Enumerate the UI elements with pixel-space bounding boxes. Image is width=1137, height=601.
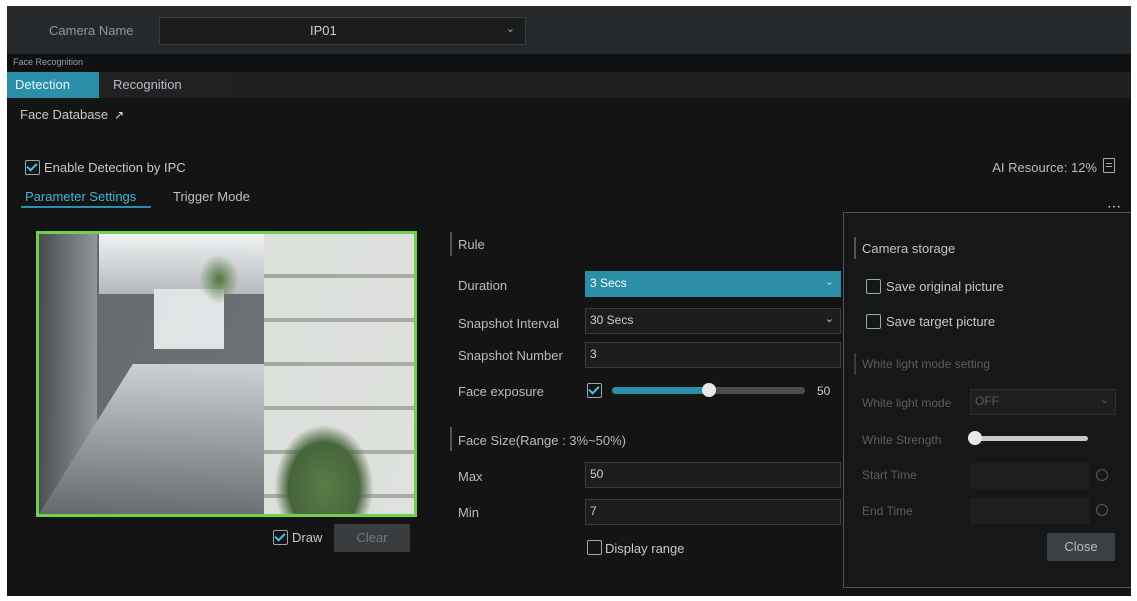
close-button[interactable]: Close: [1047, 533, 1115, 561]
duration-label: Duration: [458, 278, 508, 293]
face-database-link[interactable]: Face Database ↗: [20, 107, 124, 122]
chevron-down-icon: ⌄: [505, 23, 515, 35]
tab-recognition[interactable]: Recognition: [105, 72, 190, 98]
snapshot-number-label: Snapshot Number: [458, 348, 563, 363]
active-tab-underline: [21, 206, 151, 208]
face-recognition-window: Camera Name IP01 ⌄ Face Recognition Dete…: [7, 6, 1131, 596]
enable-detection-checkbox[interactable]: [25, 160, 40, 175]
display-range-checkbox[interactable]: [587, 540, 602, 555]
storage-section-bar: [854, 237, 856, 259]
face-exposure-checkbox[interactable]: [587, 383, 602, 398]
camera-name-label: Camera Name: [49, 23, 134, 38]
max-input[interactable]: 50: [585, 462, 841, 488]
face-size-section-bar: [450, 427, 452, 451]
snapshot-interval-value: 30 Secs: [590, 313, 634, 327]
end-time-label: End Time: [862, 504, 913, 518]
snapshot-number-input[interactable]: 3: [585, 342, 841, 368]
white-light-title: White light mode setting: [862, 357, 991, 371]
tab-trigger-mode[interactable]: Trigger Mode: [173, 189, 250, 204]
tab-detection[interactable]: Detection: [7, 72, 99, 98]
duration-select[interactable]: 3 Secs ⌄: [585, 271, 841, 297]
camera-preview[interactable]: [36, 231, 417, 517]
display-range-label: Display range: [605, 541, 685, 556]
section-title: Face Recognition: [13, 57, 84, 67]
chevron-down-icon: ⌄: [1099, 394, 1109, 406]
max-value: 50: [590, 467, 604, 481]
end-time-input: [970, 498, 1090, 524]
rule-section-bar: [450, 232, 452, 256]
preview-overlay: [39, 234, 414, 514]
face-size-title: Face Size(Range : 3%~50%): [458, 433, 627, 448]
snapshot-interval-label: Snapshot Interval: [458, 316, 560, 331]
white-light-mode-label: White light mode: [862, 396, 952, 410]
save-original-label: Save original picture: [886, 279, 1004, 294]
camera-storage-popup: Camera storage Save original picture Sav…: [843, 212, 1131, 588]
white-strength-label: White Strength: [862, 433, 942, 447]
white-light-mode-value: OFF: [975, 394, 999, 408]
ai-resource-text: AI Resource: 12%: [992, 160, 1097, 175]
face-exposure-slider-handle[interactable]: [702, 383, 716, 397]
start-time-input: [970, 463, 1090, 489]
external-link-icon: ↗: [114, 108, 125, 122]
min-value: 7: [590, 504, 597, 518]
face-exposure-label: Face exposure: [458, 384, 544, 399]
save-target-label: Save target picture: [886, 314, 996, 329]
chevron-down-icon: ⌄: [824, 276, 834, 288]
duration-value: 3 Secs: [590, 276, 627, 290]
snapshot-number-value: 3: [590, 347, 597, 361]
camera-select[interactable]: IP01 ⌄: [159, 17, 526, 45]
draw-label: Draw: [292, 530, 323, 545]
save-original-checkbox[interactable]: [866, 279, 881, 294]
white-light-mode-select: OFF ⌄: [970, 389, 1116, 415]
clock-icon: [1096, 469, 1108, 481]
min-label: Min: [458, 505, 479, 520]
tab-bar: Detection Recognition: [7, 72, 1131, 98]
camera-select-value: IP01: [310, 23, 337, 38]
start-time-label: Start Time: [862, 468, 917, 482]
chevron-down-icon: ⌄: [824, 313, 834, 325]
white-strength-slider-handle: [968, 431, 982, 445]
section-title-strip: Face Recognition: [7, 54, 1131, 72]
document-icon[interactable]: [1103, 158, 1115, 173]
tab-parameter-settings[interactable]: Parameter Settings: [25, 189, 136, 204]
enable-detection-label: Enable Detection by IPC: [44, 160, 186, 175]
face-database-label: Face Database: [20, 107, 109, 122]
min-input[interactable]: 7: [585, 499, 841, 525]
face-exposure-slider-fill: [612, 387, 709, 394]
rule-title: Rule: [458, 237, 485, 252]
max-label: Max: [458, 469, 483, 484]
white-strength-slider: [968, 431, 1088, 445]
clock-icon: [1096, 504, 1108, 516]
face-exposure-slider[interactable]: [612, 383, 805, 397]
draw-checkbox[interactable]: [273, 530, 288, 545]
save-target-checkbox[interactable]: [866, 314, 881, 329]
clear-button[interactable]: Clear: [334, 524, 410, 552]
snapshot-interval-select[interactable]: 30 Secs ⌄: [585, 308, 841, 334]
camera-storage-title: Camera storage: [862, 241, 956, 256]
top-bar: Camera Name IP01 ⌄: [7, 6, 1131, 54]
white-light-section-bar: [854, 353, 856, 375]
face-exposure-value: 50: [817, 384, 831, 398]
